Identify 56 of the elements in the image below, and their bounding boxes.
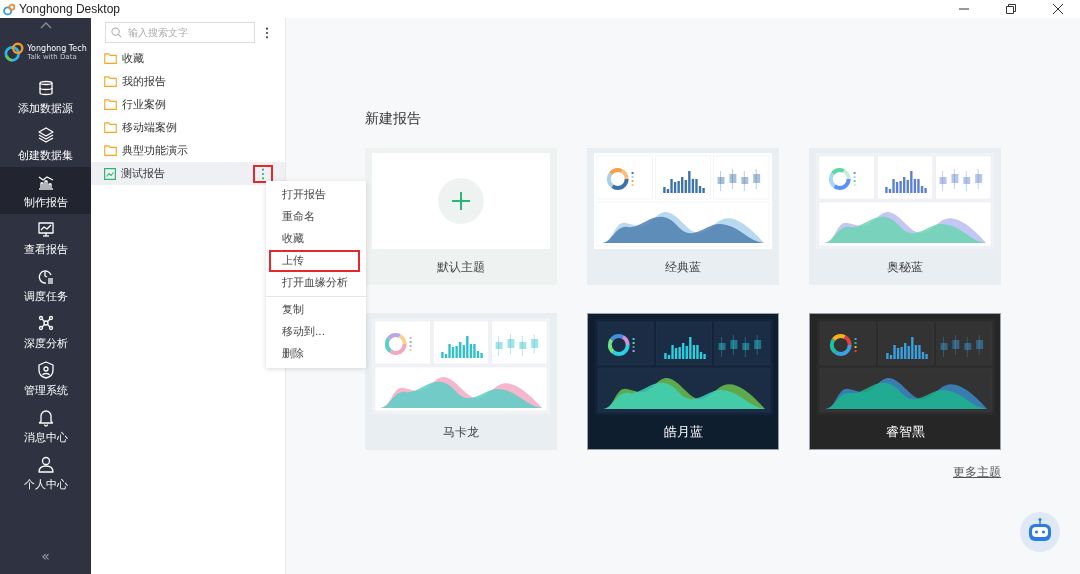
nav-item[interactable]: 查看报告 <box>0 214 91 261</box>
menu-item[interactable]: 打开报告 <box>266 184 366 206</box>
nav-item[interactable]: 调度任务 <box>0 261 91 308</box>
menu-item[interactable]: 打开血缘分析 <box>266 272 366 294</box>
tree-item[interactable]: 测试报告 <box>91 162 285 185</box>
tree-item[interactable]: 行业案例 <box>91 93 285 116</box>
search-field[interactable]: 输入搜索文字 <box>105 22 255 43</box>
theme-name: 默认主题 <box>436 258 486 276</box>
nav-item[interactable]: 添加数据源 <box>0 73 91 120</box>
more-themes-link[interactable]: 更多主题 <box>953 464 1001 481</box>
theme-name: 马卡龙 <box>442 423 480 441</box>
folder-icon <box>104 145 117 156</box>
theme-card[interactable]: 皓月蓝 <box>587 313 779 450</box>
more-icon[interactable] <box>265 26 269 39</box>
nav-item[interactable]: 创建数据集 <box>0 120 91 167</box>
nav-item[interactable]: 管理系统 <box>0 355 91 402</box>
folder-icon <box>104 99 117 110</box>
menu-item[interactable]: 收藏 <box>266 228 366 250</box>
tree-item[interactable]: 我的报告 <box>91 70 285 93</box>
folder-icon <box>104 122 117 133</box>
tree-item[interactable]: 移动端案例 <box>91 116 285 139</box>
theme-card[interactable]: 奥秘蓝 <box>809 148 1001 285</box>
menu-item[interactable]: 上传 <box>269 250 360 272</box>
chevron-up-icon[interactable] <box>39 22 52 29</box>
theme-card[interactable]: 睿智黑 <box>809 313 1001 450</box>
assistant-robot-icon[interactable] <box>1020 512 1060 552</box>
theme-name: 睿智黑 <box>884 423 926 441</box>
section-heading: 新建报告 <box>365 110 422 128</box>
menu-item[interactable]: 删除 <box>266 343 366 365</box>
report-chart-icon <box>104 167 116 180</box>
more-icon <box>261 167 265 180</box>
theme-card[interactable]: 经典蓝 <box>587 148 779 285</box>
nav-item[interactable]: 消息中心 <box>0 402 91 449</box>
tree-item[interactable]: 典型功能演示 <box>91 139 285 162</box>
menu-item[interactable]: 移动到... <box>266 321 366 343</box>
menu-item[interactable]: 重命名 <box>266 206 366 228</box>
nav-item[interactable]: 制作报告 <box>0 167 91 214</box>
shield-user-icon <box>35 359 56 380</box>
collapse-button[interactable]: « <box>41 548 50 564</box>
logo-name: Yonghong Tech <box>27 43 87 53</box>
theme-name: 奥秘蓝 <box>886 258 924 276</box>
theme-card[interactable]: 默认主题 <box>365 148 557 285</box>
add-icon <box>438 178 484 224</box>
theme-name: 经典蓝 <box>664 258 702 276</box>
folder-icon <box>104 76 117 87</box>
window-title: Yonghong Desktop <box>19 2 120 16</box>
folder-icon <box>104 53 117 64</box>
close-icon[interactable] <box>1053 4 1063 14</box>
theme-name: 皓月蓝 <box>662 423 704 441</box>
theme-card[interactable]: 马卡龙 <box>365 313 557 450</box>
nav-item[interactable]: 深度分析 <box>0 308 91 355</box>
nav-item[interactable]: 个人中心 <box>0 449 91 496</box>
app-logo-icon <box>3 2 16 16</box>
tree-item[interactable]: 收藏 <box>91 47 285 70</box>
restore-icon[interactable] <box>1006 4 1016 14</box>
menu-item[interactable]: 复制 <box>266 299 366 321</box>
